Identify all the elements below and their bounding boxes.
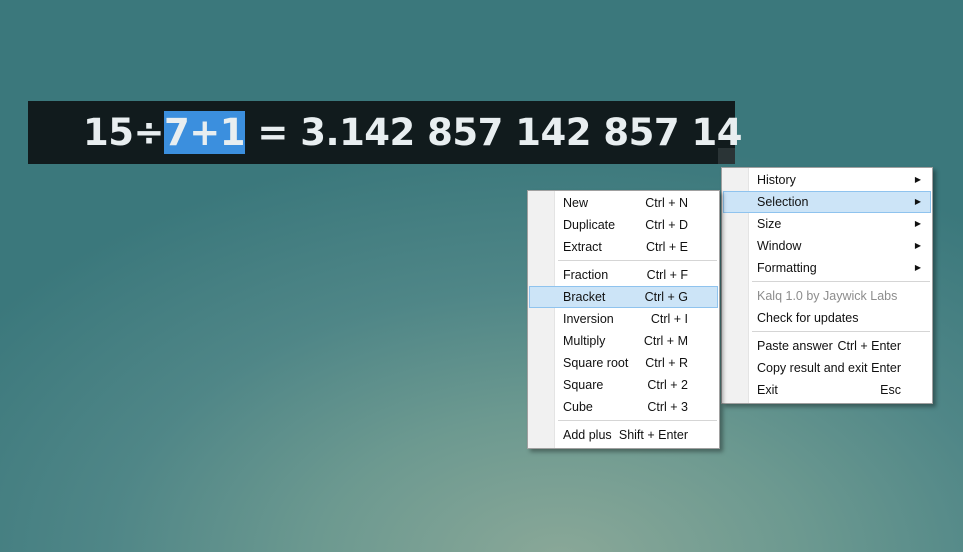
result-text: = 3.142 857 142 857 14 <box>245 111 743 154</box>
menu-item-label: Selection <box>757 195 809 209</box>
submenu-arrow-icon: ▶ <box>914 219 921 228</box>
menu-item-shortcut: Ctrl + 3 <box>647 400 688 414</box>
menu-item-label: Size <box>757 217 782 231</box>
menu-item-label: Fraction <box>563 268 609 282</box>
context-menu: History ▶ Selection ▶ Size ▶ Window ▶ Format… <box>721 167 933 404</box>
menu-item-label: Square <box>563 378 604 392</box>
menu-item-shortcut: Ctrl + G <box>644 290 688 304</box>
menu-item-shortcut: Ctrl + F <box>646 268 688 282</box>
submenu-arrow-icon: ▶ <box>914 263 921 272</box>
submenu-arrow-icon: ▶ <box>914 175 921 184</box>
menu-item-extract[interactable]: Extract Ctrl + E <box>529 236 718 258</box>
menu-item-shortcut: Ctrl + Enter <box>837 339 901 353</box>
menu-item-shortcut: Ctrl + R <box>645 356 688 370</box>
menu-item-shortcut: Esc <box>880 383 901 397</box>
menu-item-label: History <box>757 173 796 187</box>
submenu-arrow-icon: ▶ <box>914 241 921 250</box>
menu-item-cube[interactable]: Cube Ctrl + 3 <box>529 396 718 418</box>
menu-item-label: Window <box>757 239 802 253</box>
menu-item-label: Cube <box>563 400 593 414</box>
menu-item-exit[interactable]: Exit Esc <box>723 379 931 401</box>
menu-item-label: Exit <box>757 383 778 397</box>
menu-item-history[interactable]: History ▶ <box>723 169 931 191</box>
menu-item-bracket[interactable]: Bracket Ctrl + G <box>529 286 718 308</box>
menu-item-window[interactable]: Window ▶ <box>723 235 931 257</box>
menu-item-add-plus[interactable]: Add plus Shift + Enter <box>529 424 718 446</box>
menu-item-label: Formatting <box>757 261 817 275</box>
submenu-arrow-icon: ▶ <box>914 197 921 206</box>
menu-item-duplicate[interactable]: Duplicate Ctrl + D <box>529 214 718 236</box>
expression-text: 15÷ <box>83 111 165 154</box>
expression-display[interactable]: 15÷7+1 = 3.142 857 142 857 14 <box>83 110 743 156</box>
menu-item-formatting[interactable]: Formatting ▶ <box>723 257 931 279</box>
menu-item-square-root[interactable]: Square root Ctrl + R <box>529 352 718 374</box>
menu-item-shortcut: Enter <box>871 361 901 375</box>
selected-expression[interactable]: 7+1 <box>164 111 246 154</box>
menu-item-fraction[interactable]: Fraction Ctrl + F <box>529 264 718 286</box>
menu-item-shortcut: Ctrl + E <box>645 240 688 254</box>
menu-item-shortcut: Ctrl + D <box>645 218 688 232</box>
menu-item-multiply[interactable]: Multiply Ctrl + M <box>529 330 718 352</box>
menu-item-shortcut: Ctrl + 2 <box>647 378 688 392</box>
menu-item-label: Copy result and exit <box>757 361 868 375</box>
menu-item-shortcut: Ctrl + I <box>650 312 688 326</box>
menu-item-square[interactable]: Square Ctrl + 2 <box>529 374 718 396</box>
menu-item-shortcut: Shift + Enter <box>618 428 688 442</box>
menu-item-label: Multiply <box>563 334 606 348</box>
menu-item-about: Kalq 1.0 by Jaywick Labs <box>723 285 931 307</box>
menu-item-label: Add plus <box>563 428 612 442</box>
menu-item-label: Inversion <box>563 312 614 326</box>
menu-item-label: Check for updates <box>757 311 859 325</box>
menu-item-inversion[interactable]: Inversion Ctrl + I <box>529 308 718 330</box>
menu-item-paste-answer[interactable]: Paste answer Ctrl + Enter <box>723 335 931 357</box>
menu-item-label: Bracket <box>563 290 606 304</box>
menu-item-label: New <box>563 196 589 210</box>
menu-item-check-updates[interactable]: Check for updates <box>723 307 931 329</box>
selection-submenu: New Ctrl + N Duplicate Ctrl + D Extract Ctr… <box>527 190 720 449</box>
menu-item-selection[interactable]: Selection ▶ <box>723 191 931 213</box>
menu-item-new[interactable]: New Ctrl + N <box>529 192 718 214</box>
menu-item-shortcut: Ctrl + M <box>643 334 688 348</box>
menu-item-label: Square root <box>563 356 629 370</box>
resize-grip[interactable] <box>718 148 735 164</box>
menu-item-label: Duplicate <box>563 218 616 232</box>
menu-item-copy-exit[interactable]: Copy result and exit Enter <box>723 357 931 379</box>
menu-item-label: Paste answer <box>757 339 833 353</box>
menu-item-shortcut: Ctrl + N <box>645 196 688 210</box>
menu-item-label: Extract <box>563 240 602 254</box>
menu-item-size[interactable]: Size ▶ <box>723 213 931 235</box>
menu-item-label: Kalq 1.0 by Jaywick Labs <box>757 289 898 303</box>
